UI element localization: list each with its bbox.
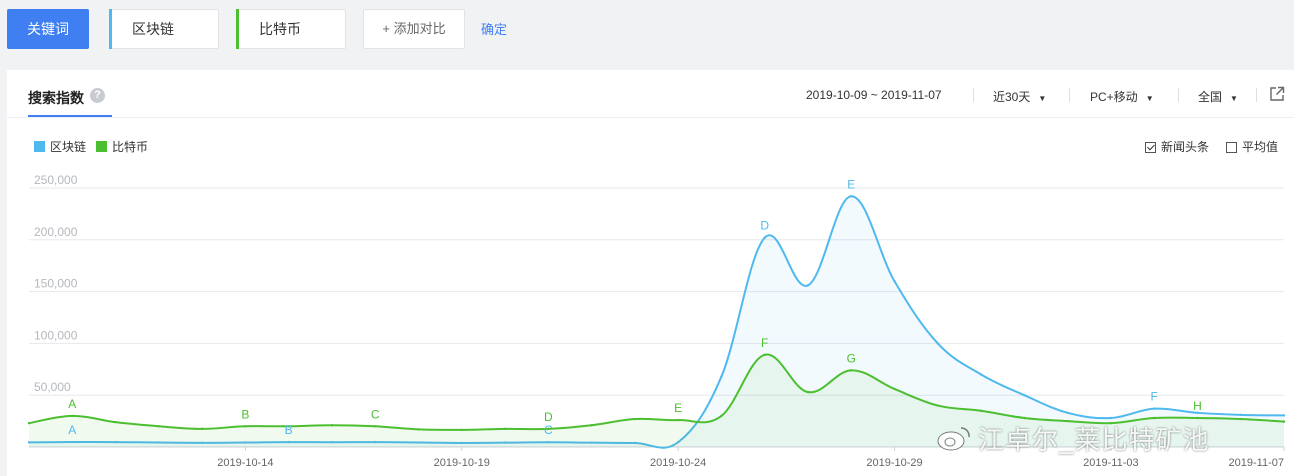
data-point <box>1152 407 1156 410</box>
annotation-label: G <box>847 351 856 365</box>
data-point <box>417 428 420 431</box>
y-tick-label: 50,000 <box>34 380 71 394</box>
series-line <box>28 195 1285 449</box>
x-tick-label: 2019-10-24 <box>650 457 706 469</box>
annotation-label: A <box>68 423 76 437</box>
x-tick-label: 2019-11-03 <box>1083 457 1138 469</box>
x-tick-label: 2019-11-07 <box>1229 457 1284 469</box>
data-point <box>633 417 637 421</box>
data-point <box>330 424 334 427</box>
annotation-label: B <box>285 423 293 437</box>
data-point <box>676 418 680 422</box>
data-point <box>460 428 463 432</box>
data-point <box>1282 420 1286 423</box>
data-point <box>1239 417 1242 421</box>
annotation-label: F <box>1151 390 1158 404</box>
y-tick-label: 250,000 <box>34 173 78 187</box>
data-point <box>893 387 896 391</box>
annotation-label: C <box>371 407 380 421</box>
annotation-label: H <box>1193 399 1202 413</box>
annotation-label: B <box>241 407 249 421</box>
x-tick-label: 2019-10-19 <box>434 457 490 469</box>
data-point <box>850 369 853 372</box>
y-tick-label: 100,000 <box>34 328 78 342</box>
annotation-label: A <box>68 397 76 411</box>
data-point <box>157 425 161 428</box>
annotation-label: E <box>674 401 682 415</box>
data-point <box>763 236 766 239</box>
data-point <box>1196 416 1199 420</box>
data-point <box>936 342 939 345</box>
annotation-label: E <box>847 177 855 191</box>
data-point <box>936 404 939 407</box>
annotation-label: D <box>544 410 553 424</box>
y-tick-label: 150,000 <box>34 277 78 291</box>
data-point <box>244 425 247 428</box>
data-point <box>720 414 723 418</box>
data-point <box>27 421 31 425</box>
data-point <box>1023 416 1026 420</box>
data-point <box>503 427 507 431</box>
data-point <box>590 424 593 427</box>
x-tick-label: 2019-10-29 <box>866 457 922 469</box>
data-point <box>806 284 810 287</box>
data-point <box>1023 394 1026 397</box>
data-point <box>893 280 896 283</box>
data-point <box>979 409 983 412</box>
weibo-icon <box>937 427 970 451</box>
data-point <box>979 373 983 376</box>
data-point <box>71 414 74 418</box>
series-area <box>29 196 1284 448</box>
annotation-label: C <box>544 423 553 437</box>
y-tick-label: 200,000 <box>34 225 78 239</box>
data-point <box>1109 416 1113 420</box>
data-point <box>720 375 723 378</box>
search-index-chart: 50,000 100,000 150,000 200,000 250,000 2019-1… <box>27 173 1286 469</box>
data-point <box>850 195 853 198</box>
data-point <box>1239 413 1242 417</box>
annotation-label: F <box>761 336 768 350</box>
data-point <box>806 390 810 394</box>
data-point <box>114 420 117 424</box>
data-point <box>1066 411 1069 415</box>
data-point <box>1282 414 1286 417</box>
data-point <box>200 427 204 431</box>
watermark-text: 江卓尔_莱比特矿池 <box>978 425 1210 455</box>
annotation-label: D <box>760 219 769 233</box>
data-point <box>374 425 377 428</box>
x-tick-label: 2019-10-14 <box>217 457 273 469</box>
data-point <box>763 353 766 356</box>
data-point <box>1152 416 1156 420</box>
